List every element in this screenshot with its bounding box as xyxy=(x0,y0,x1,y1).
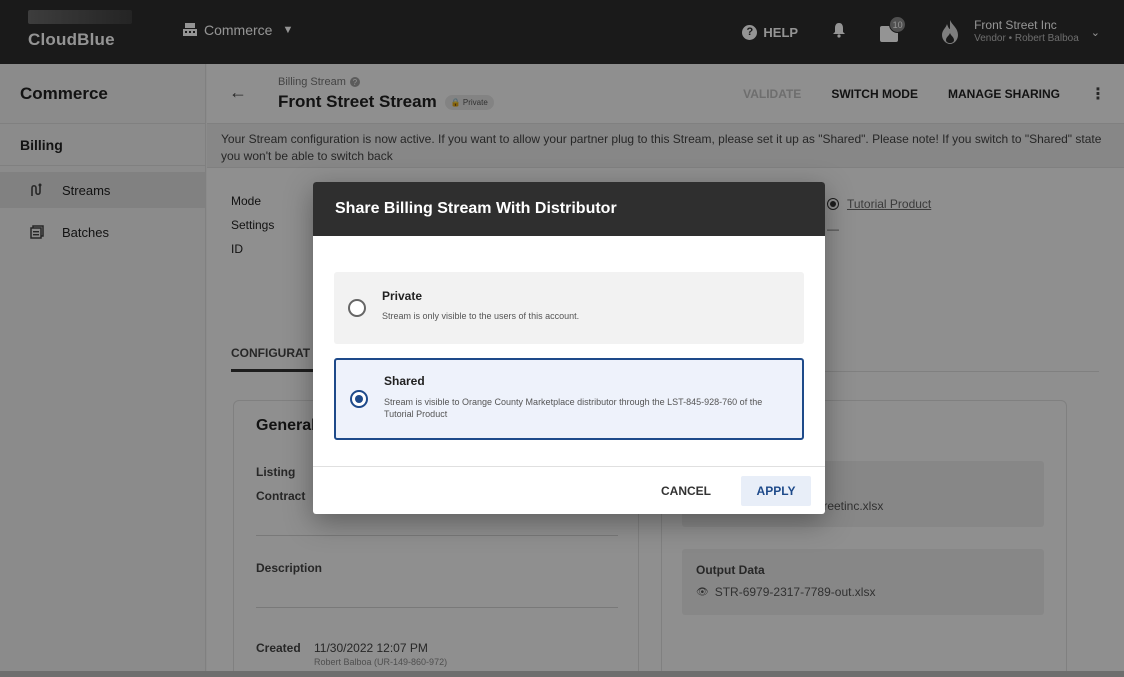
sharing-option-private[interactable]: Private Stream is only visible to the us… xyxy=(334,272,804,344)
share-stream-dialog: Share Billing Stream With Distributor Pr… xyxy=(313,182,825,514)
apply-button[interactable]: APPLY xyxy=(741,476,811,506)
option-description: Stream is only visible to the users of t… xyxy=(382,311,580,321)
cancel-button[interactable]: CANCEL xyxy=(650,476,722,506)
option-title: Shared xyxy=(384,374,425,388)
radio-unselected[interactable] xyxy=(348,299,366,317)
option-description: Stream is visible to Orange County Marke… xyxy=(384,397,763,420)
option-title: Private xyxy=(382,289,423,303)
sharing-option-shared[interactable]: Shared Stream is visible to Orange Count… xyxy=(334,358,804,440)
dialog-title: Share Billing Stream With Distributor xyxy=(313,182,825,236)
radio-selected[interactable] xyxy=(350,390,368,408)
dialog-divider xyxy=(313,466,825,467)
